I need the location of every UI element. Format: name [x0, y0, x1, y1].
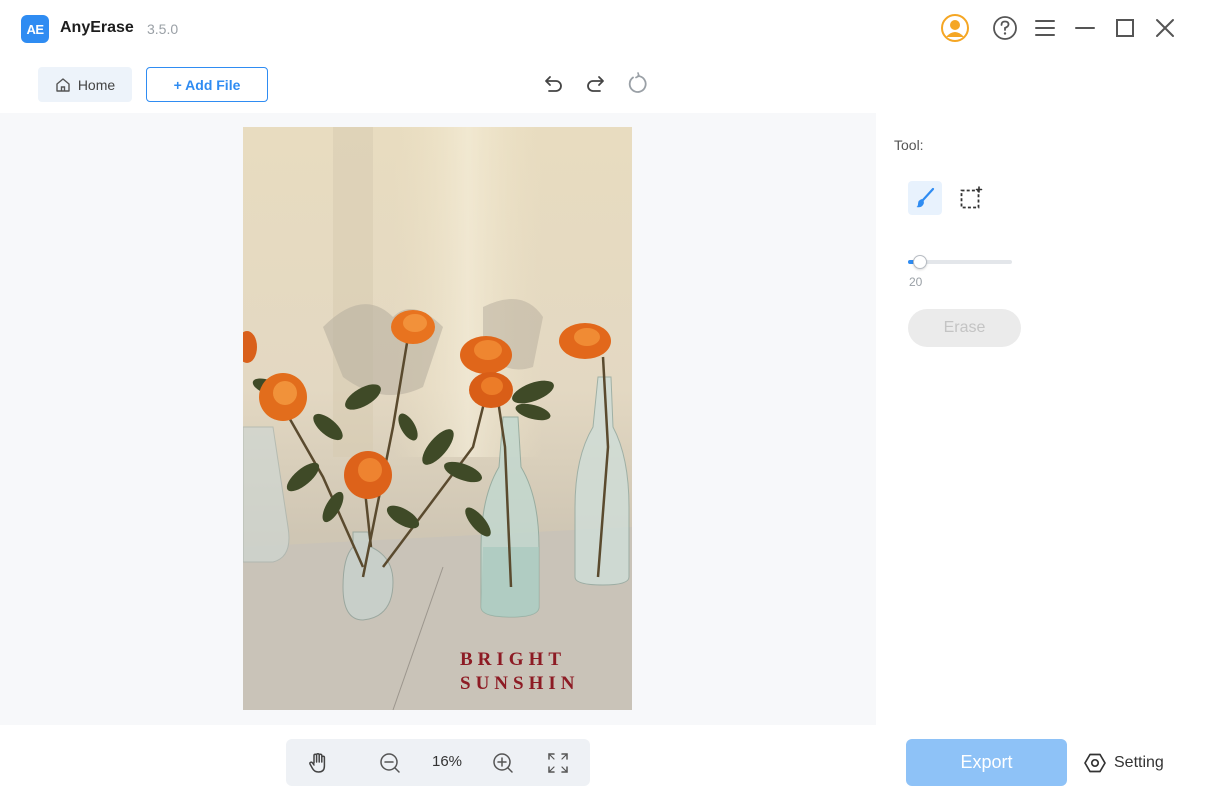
photo-canvas[interactable]: BRIGHT SUNSHIN: [243, 127, 632, 710]
watermark-line-1: BRIGHT: [460, 649, 567, 670]
undo-button[interactable]: [539, 70, 567, 98]
zoom-in-icon: [493, 753, 513, 773]
title-bar: AE AnyErase 3.5.0: [0, 0, 1205, 56]
app-logo: AE: [21, 15, 49, 43]
minimize-button[interactable]: [1071, 14, 1099, 42]
redo-icon: [587, 76, 604, 92]
reset-icon: [628, 72, 647, 93]
brush-size-slider[interactable]: [908, 253, 1012, 271]
slider-thumb[interactable]: [913, 255, 927, 269]
home-label: Home: [77, 76, 116, 93]
account-icon: [941, 14, 969, 42]
gear-icon: [1084, 753, 1106, 773]
zoom-level: 16%: [431, 753, 463, 770]
menu-icon: [1035, 20, 1055, 36]
fit-screen-button[interactable]: [543, 748, 573, 778]
roses-photo: [243, 127, 632, 710]
watermark-line-2: SUNSHIN: [460, 673, 580, 694]
hand-icon: [309, 753, 326, 773]
maximize-button[interactable]: [1111, 14, 1139, 42]
brush-size-value: 20: [909, 275, 923, 289]
zoom-out-icon: [380, 753, 400, 773]
tool-label: Tool:: [894, 137, 924, 153]
minimize-icon: [1075, 27, 1095, 29]
account-button[interactable]: [941, 14, 969, 42]
menu-button[interactable]: [1031, 14, 1059, 42]
setting-button[interactable]: Setting: [1084, 748, 1180, 778]
add-file-button[interactable]: + Add File: [146, 67, 268, 102]
app-name: AnyErase: [60, 19, 134, 36]
brush-tool-button[interactable]: [908, 181, 942, 215]
zoom-out-button[interactable]: [375, 748, 405, 778]
home-button[interactable]: Home: [38, 67, 132, 102]
rectangle-select-icon: [960, 186, 983, 209]
tool-panel: Tool: 20 Erase: [876, 113, 1205, 725]
canvas-area[interactable]: BRIGHT SUNSHIN: [0, 113, 876, 725]
app-version: 3.5.0: [147, 21, 179, 37]
maximize-icon: [1116, 19, 1134, 37]
home-icon: [56, 77, 70, 92]
rectangle-select-button[interactable]: [954, 181, 988, 215]
export-button[interactable]: Export: [906, 739, 1067, 786]
reset-button[interactable]: [624, 70, 652, 98]
fit-screen-icon: [548, 753, 568, 773]
redo-button[interactable]: [582, 70, 610, 98]
zoom-bar: 16%: [286, 739, 590, 786]
help-icon: [993, 16, 1017, 40]
setting-label: Setting: [1114, 754, 1164, 771]
close-button[interactable]: [1151, 14, 1179, 42]
help-button[interactable]: [991, 14, 1019, 42]
erase-button[interactable]: Erase: [908, 309, 1021, 347]
zoom-in-button[interactable]: [488, 748, 518, 778]
brush-icon: [916, 187, 935, 208]
close-icon: [1156, 19, 1174, 37]
hand-tool-button[interactable]: [303, 748, 333, 778]
watermark-text: BRIGHT SUNSHIN: [460, 648, 579, 696]
undo-icon: [545, 76, 562, 92]
